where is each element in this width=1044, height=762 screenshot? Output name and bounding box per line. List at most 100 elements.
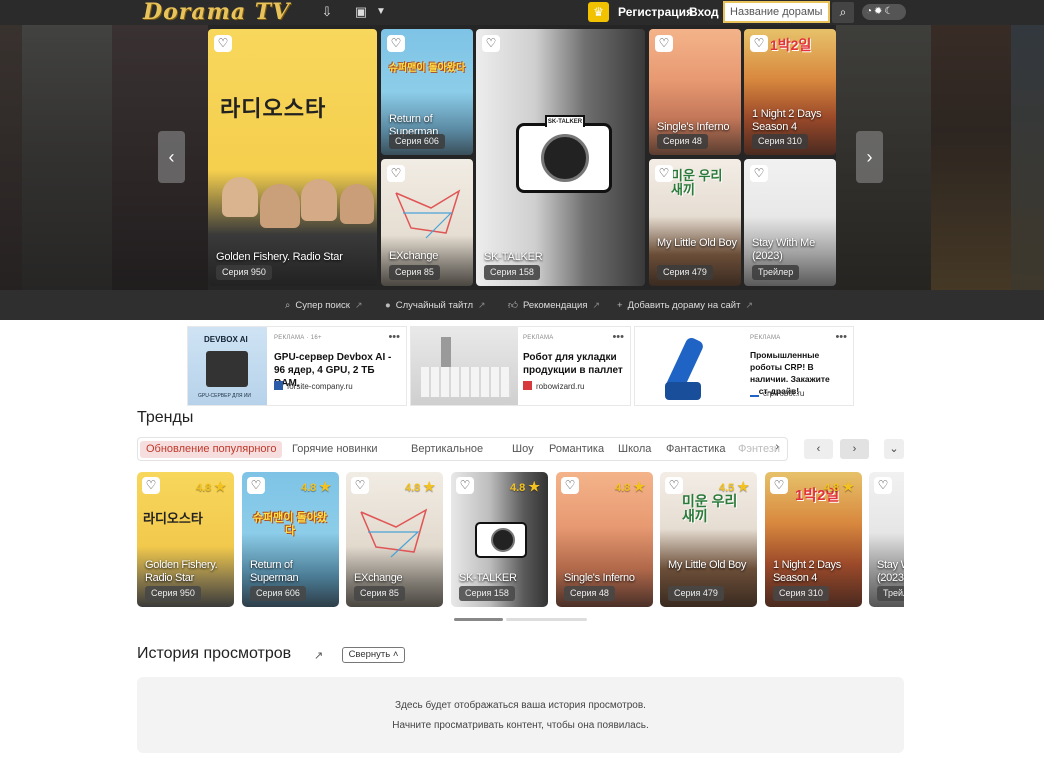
favorite-heart-icon[interactable]: ♡ <box>214 35 232 52</box>
ad-banner[interactable]: DEVBOX AI GPU-СЕРВЕР ДЛЯ ИИ РЕКЛАМА · 16… <box>187 326 407 406</box>
hero-carousel: 라디오스타 ♡ Golden Fishery. Radio Star Серия… <box>0 25 1044 290</box>
carousel-prev-button[interactable]: ‹ <box>158 131 185 183</box>
ad-image-sub: GPU-СЕРВЕР ДЛЯ ИИ <box>198 393 252 399</box>
scroll-indicator-active[interactable] <box>454 618 503 621</box>
trend-card[interactable]: 슈퍼맨이 돌아왔다 ♡ 4.8 ★ Return of Superman Сер… <box>242 472 339 607</box>
favorite-heart-icon[interactable]: ♡ <box>387 165 405 182</box>
hero-card[interactable]: 1박2일 ♡ 1 Night 2 Days Season 4 Серия 310 <box>744 29 836 155</box>
poster-logo: 1박2일 <box>770 37 812 53</box>
rating-badge: 4.5 ★ <box>718 479 749 494</box>
episode-badge: Серия 48 <box>657 134 708 149</box>
search-icon: ⌕ <box>285 300 291 311</box>
random-title-link[interactable]: ● Случайный тайтл ↗ <box>385 290 486 320</box>
download-icon[interactable]: ⇩ <box>319 4 335 20</box>
favorite-heart-icon[interactable]: ♡ <box>247 477 265 494</box>
poster-logo: 미운 우리새끼 <box>682 493 738 524</box>
favorite-heart-icon[interactable]: ♡ <box>665 477 683 494</box>
favorite-heart-icon[interactable]: ♡ <box>750 165 768 182</box>
tab-romance[interactable]: Романтика <box>549 441 604 458</box>
episode-badge: Серия 85 <box>354 586 405 601</box>
search-input[interactable] <box>723 1 830 23</box>
hero-card[interactable]: 슈퍼맨이 돌아왔다 ♡ Return of Superman Серия 606 <box>381 29 473 155</box>
tab-popular-updates[interactable]: Обновление популярного <box>140 441 283 458</box>
star-icon: ★ <box>214 479 226 494</box>
person-figure <box>301 179 337 221</box>
favorite-heart-icon[interactable]: ♡ <box>561 477 579 494</box>
theme-toggle-icon[interactable]: ◔ ✹ ☾ <box>862 4 906 20</box>
favorite-heart-icon[interactable]: ♡ <box>142 477 160 494</box>
hero-card[interactable]: 라디오스타 ♡ Golden Fishery. Radio Star Серия… <box>208 29 377 286</box>
favorite-heart-icon[interactable]: ♡ <box>655 35 673 52</box>
trend-card[interactable]: ♡ 4.8 ★ EXchange Серия 85 <box>346 472 443 607</box>
trend-card[interactable]: ♡ 4.8 ★ Single's Inferno Серия 48 <box>556 472 653 607</box>
chevron-down-icon[interactable]: ▼ <box>373 4 389 20</box>
favorite-heart-icon[interactable]: ♡ <box>482 35 500 52</box>
site-logo[interactable]: Dorama TV <box>143 0 290 25</box>
carousel-next-button[interactable]: › <box>856 131 883 183</box>
robot-arm-shape <box>441 337 451 367</box>
favorite-heart-icon[interactable]: ♡ <box>387 35 405 52</box>
episode-badge: Серия 479 <box>668 586 724 601</box>
ad-banner[interactable]: РЕКЛАМА ••• Промышленные роботы CRP! В н… <box>634 326 854 406</box>
favorite-heart-icon[interactable]: ♡ <box>655 165 673 182</box>
rating-badge: 4.8 ★ <box>823 479 854 494</box>
hero-card[interactable]: ♡ Stay With Me (2023) Трейлер <box>744 159 836 286</box>
trend-card[interactable]: ♡ 4.8 ★ SK-TALKER Серия 158 <box>451 472 548 607</box>
card-title: My Little Old Boy <box>668 559 747 571</box>
collapse-button[interactable]: Свернуть ˄ <box>342 647 405 663</box>
trends-next-button[interactable]: › <box>840 439 869 459</box>
chevron-right-icon[interactable]: › <box>775 441 779 453</box>
favorite-heart-icon[interactable]: ♡ <box>874 477 892 494</box>
tab-vertical[interactable]: Вертикальное <box>411 441 483 458</box>
favorite-heart-icon[interactable]: ♡ <box>750 35 768 52</box>
episode-badge: Серия 950 <box>145 586 201 601</box>
external-link-icon: ↗ <box>745 300 754 310</box>
camera-logo <box>475 522 527 558</box>
crown-icon[interactable]: ♛ <box>588 2 609 22</box>
more-options-icon[interactable]: ••• <box>388 331 400 343</box>
trend-card[interactable]: ♡ Stay With Me (2023) Трейлер <box>869 472 904 607</box>
camera-logo: SK-TALKER <box>516 115 612 193</box>
add-drama-link[interactable]: + Добавить дораму на сайт ↗ <box>617 290 753 320</box>
external-link-icon: ↗ <box>477 300 486 310</box>
history-title: История просмотров <box>137 645 292 662</box>
hero-card[interactable]: ♡ EXchange Серия 85 <box>381 159 473 286</box>
star-icon: ★ <box>842 479 854 494</box>
ad-domain: crp-robot.ru <box>750 388 804 398</box>
tv-icon[interactable]: ▣ <box>353 4 369 20</box>
favorite-heart-icon[interactable]: ♡ <box>351 477 369 494</box>
register-link[interactable]: Регистрация <box>618 0 693 25</box>
expand-down-icon[interactable]: ⌄ <box>884 439 904 459</box>
person-figure <box>340 184 374 224</box>
tab-school[interactable]: Школа <box>618 441 651 458</box>
scroll-indicator[interactable] <box>506 618 587 621</box>
trends-title: Тренды <box>137 409 194 426</box>
trend-card[interactable]: 1박2일 ♡ 4.8 ★ 1 Night 2 Days Season 4 Сер… <box>765 472 862 607</box>
recommendation-link[interactable]: 👍︎ Рекомендация ↗ <box>508 290 600 320</box>
history-empty-box: Здесь будет отображаться ваша история пр… <box>137 677 904 753</box>
hero-card[interactable]: ♡ Single's Inferno Серия 48 <box>649 29 741 155</box>
external-link-icon[interactable]: ↗ <box>314 649 323 662</box>
more-options-icon[interactable]: ••• <box>835 331 847 343</box>
trends-prev-button[interactable]: ‹ <box>804 439 833 459</box>
login-link[interactable]: Вход <box>689 0 719 25</box>
trend-card[interactable]: 라디오스타 ♡ 4.8 ★ Golden Fishery. Radio Star… <box>137 472 234 607</box>
super-search-link[interactable]: ⌕ Супер поиск ↗ <box>285 290 362 320</box>
tab-fantastika[interactable]: Фантастика <box>666 441 725 458</box>
favorite-heart-icon[interactable]: ♡ <box>456 477 474 494</box>
trend-card[interactable]: 미운 우리새끼 ♡ 4.5 ★ My Little Old Boy Серия … <box>660 472 757 607</box>
chevron-up-icon: ˄ <box>392 649 399 660</box>
hero-card[interactable]: 미운 우리새끼 ♡ My Little Old Boy Серия 479 <box>649 159 741 286</box>
card-title: Golden Fishery. Radio Star <box>216 251 343 263</box>
favorite-heart-icon[interactable]: ♡ <box>770 477 788 494</box>
star-icon: ★ <box>319 479 331 494</box>
more-options-icon[interactable]: ••• <box>612 331 624 343</box>
episode-badge: Серия 48 <box>564 586 615 601</box>
tab-fantasy[interactable]: Фэнтези <box>738 441 780 458</box>
search-icon[interactable]: ⌕ <box>832 2 854 23</box>
hero-card[interactable]: SK-TALKER ♡ SK-TALKER Серия 158 <box>476 29 645 286</box>
ad-image-label: DEVBOX AI <box>204 335 248 344</box>
tab-hot-new[interactable]: Горячие новинки <box>292 441 378 458</box>
tab-shows[interactable]: Шоу <box>512 441 534 458</box>
ad-banner[interactable]: РЕКЛАМА ••• Робот для укладки продукции … <box>410 326 631 406</box>
